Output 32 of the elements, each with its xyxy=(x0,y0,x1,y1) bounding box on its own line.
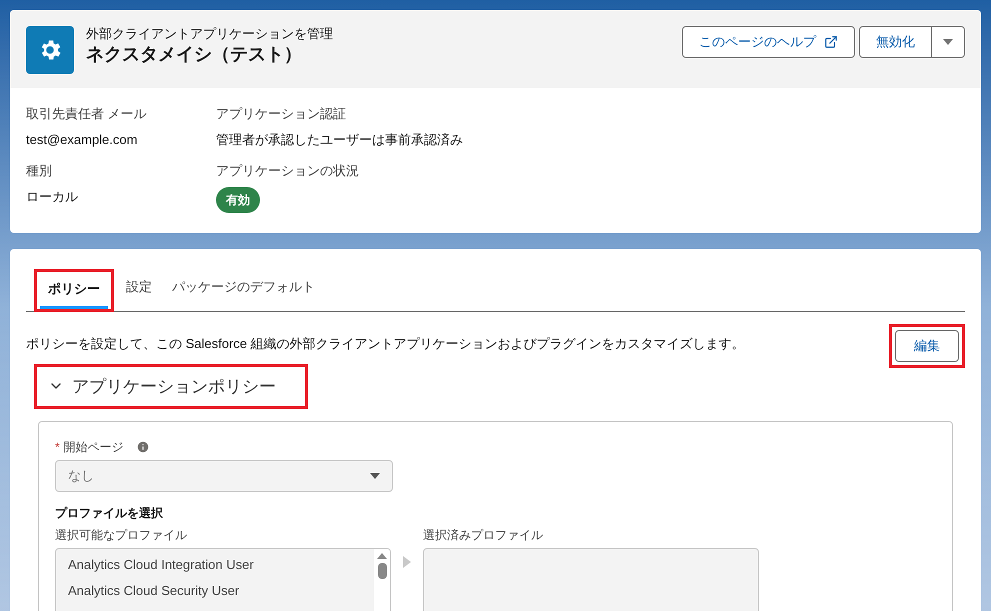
external-link-icon xyxy=(824,35,838,49)
gear-icon xyxy=(26,26,74,74)
profile-option[interactable]: Analytics Cloud Security User xyxy=(56,583,374,599)
field-label: 開始ページ xyxy=(64,439,124,456)
header-subtitle: 外部クライアントアプリケーションを管理 xyxy=(86,26,333,42)
field-label: アプリケーションの状況 xyxy=(216,162,360,180)
field-label: 取引先責任者 メール xyxy=(26,105,148,123)
caret-icon xyxy=(370,473,380,479)
policy-description: ポリシーを設定して、この Salesforce 組織の外部クライアントアプリケーションおよびプラグインをカスタマイズします。 xyxy=(26,334,745,352)
tab[interactable]: 設定 xyxy=(118,268,160,310)
caret-icon xyxy=(943,39,953,45)
section-header[interactable]: アプリケーションポリシー xyxy=(40,370,302,403)
field-value: 管理者が承認したユーザーは事前承認済み xyxy=(216,130,464,148)
status-badge: 有効 xyxy=(216,186,260,212)
help-button[interactable]: このページのヘルプ xyxy=(682,26,855,58)
field-label: 選択済みプロファイル xyxy=(423,527,544,544)
scrollbar[interactable] xyxy=(374,549,390,611)
tab[interactable]: パッケージのデフォルト xyxy=(164,268,323,310)
profile-option[interactable]: Analytics Cloud Integration User xyxy=(56,557,374,573)
scroll-thumb[interactable] xyxy=(378,563,386,579)
tab[interactable]: ポリシー xyxy=(40,274,108,308)
edit-button[interactable]: 編集 xyxy=(895,330,959,362)
profiles-heading: プロファイルを選択 xyxy=(55,505,164,522)
info-icon xyxy=(136,440,150,454)
field-value: test@example.com xyxy=(26,130,138,149)
field-label: 選択可能なプロファイル xyxy=(55,527,188,544)
scroll-up-icon[interactable] xyxy=(377,553,387,559)
field-value: ローカル xyxy=(26,188,79,206)
field-label: アプリケーション認証 xyxy=(216,105,347,123)
app-title: ネクスタメイシ（テスト） xyxy=(86,43,303,66)
required-mark: * xyxy=(55,439,60,456)
field-label: 種別 xyxy=(26,162,53,180)
